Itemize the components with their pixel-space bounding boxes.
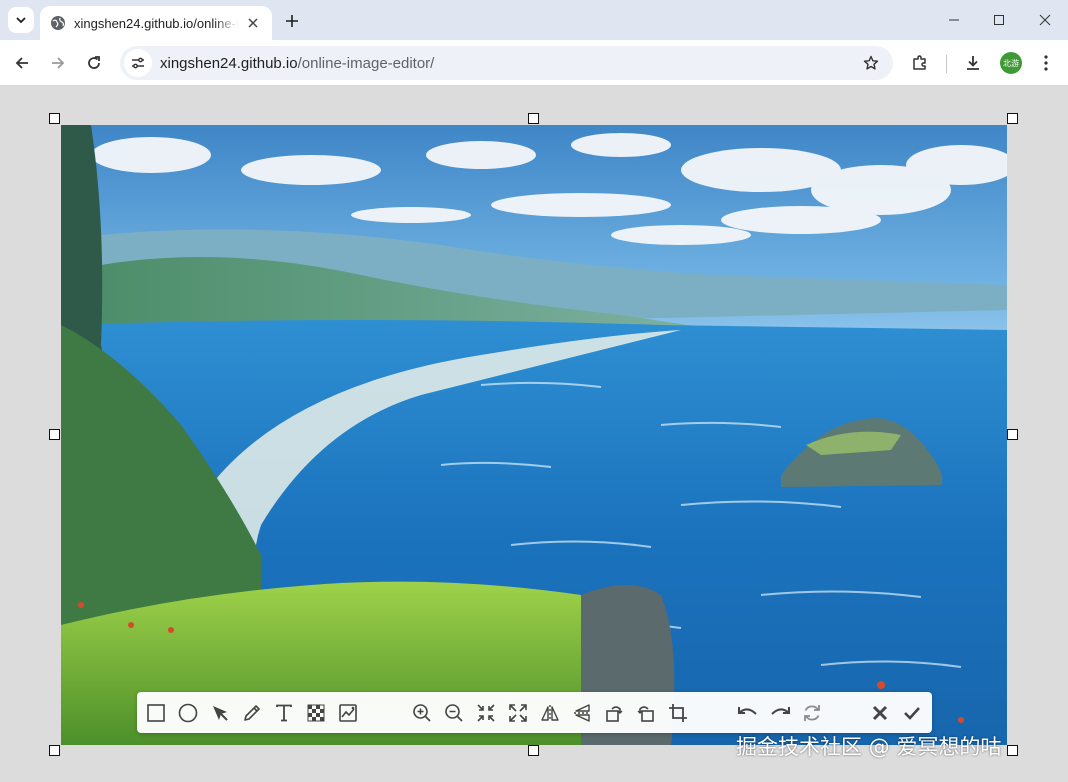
flip-vertical-icon	[574, 704, 590, 722]
resize-handle-bottom-left[interactable]	[49, 745, 60, 756]
url-text: xingshen24.github.io/online-image-editor…	[160, 55, 434, 72]
minimize-button[interactable]	[942, 8, 966, 32]
cancel-button[interactable]	[868, 701, 892, 725]
arrow-left-icon	[15, 57, 28, 69]
flip-horizontal-tool[interactable]	[538, 701, 562, 725]
compress-icon	[477, 704, 495, 722]
edited-image[interactable]	[61, 125, 1007, 745]
extensions-button[interactable]	[906, 49, 934, 77]
bookmark-button[interactable]	[861, 53, 881, 73]
plus-icon	[286, 15, 298, 27]
filter-tool[interactable]	[336, 701, 360, 725]
maximize-button[interactable]	[987, 8, 1011, 32]
download-icon	[967, 56, 979, 70]
text-tool[interactable]	[272, 701, 296, 725]
landscape-image	[61, 125, 1007, 745]
close-window-button[interactable]	[1033, 8, 1057, 32]
tune-icon	[132, 57, 144, 69]
reset-tool[interactable]	[800, 701, 824, 725]
image-filter-icon	[339, 704, 357, 722]
refresh-icon	[804, 705, 820, 721]
flip-vertical-tool[interactable]	[570, 701, 594, 725]
arrow-tool[interactable]	[208, 701, 232, 725]
reload-icon	[88, 56, 100, 69]
url-path: /online-image-editor/	[297, 54, 435, 72]
tab-title: xingshen24.github.io/online-image-editor…	[74, 15, 238, 31]
resize-handle-bottom[interactable]	[528, 745, 539, 756]
browser-toolbar: xingshen24.github.io/online-image-editor…	[0, 40, 1068, 86]
close-icon[interactable]	[244, 14, 262, 32]
ellipse-icon	[178, 703, 198, 723]
back-button[interactable]	[8, 49, 36, 77]
check-icon	[904, 707, 920, 720]
confirm-button[interactable]	[900, 701, 924, 725]
redo-icon	[771, 707, 790, 715]
resize-handle-right[interactable]	[1007, 429, 1018, 440]
puzzle-icon	[913, 55, 926, 70]
downloads-button[interactable]	[959, 49, 987, 77]
pencil-icon	[244, 705, 260, 721]
expand-icon	[509, 704, 527, 722]
editor-toolbar	[137, 692, 932, 733]
resize-handle-top[interactable]	[528, 113, 539, 124]
address-bar[interactable]: xingshen24.github.io/online-image-editor…	[120, 46, 893, 80]
crop-icon	[669, 704, 687, 722]
zoom-out-icon	[445, 704, 463, 722]
flip-horizontal-icon	[541, 705, 559, 721]
zoom-in-icon	[413, 704, 431, 722]
mosaic-tool[interactable]	[304, 701, 328, 725]
menu-button[interactable]	[1032, 49, 1060, 77]
cursor-arrow-icon	[213, 706, 228, 721]
undo-tool[interactable]	[736, 701, 760, 725]
undo-icon	[738, 707, 757, 715]
pencil-tool[interactable]	[240, 701, 264, 725]
editor-canvas[interactable]	[0, 87, 1068, 782]
close-icon	[1039, 14, 1051, 26]
resize-handle-bottom-right[interactable]	[1007, 745, 1018, 756]
rotate-left-icon	[606, 706, 623, 722]
watermark-text: 掘金技术社区 @ 爱冥想的咕	[736, 735, 1002, 759]
tab-strip: xingshen24.github.io/online-image-editor…	[0, 0, 1068, 40]
tab-search-button[interactable]	[8, 7, 34, 33]
close-icon	[872, 705, 888, 721]
resize-handle-left[interactable]	[49, 429, 60, 440]
maximize-icon	[994, 15, 1004, 25]
site-info-button[interactable]	[124, 49, 152, 77]
reload-button[interactable]	[80, 49, 108, 77]
arrow-right-icon	[52, 57, 65, 69]
kebab-menu-icon	[1044, 55, 1048, 71]
forward-button[interactable]	[44, 49, 72, 77]
rotate-right-icon	[637, 706, 654, 722]
zoom-in-tool[interactable]	[410, 701, 434, 725]
rotate-left-tool[interactable]	[602, 701, 626, 725]
minimize-icon	[949, 19, 959, 21]
actual-size-tool[interactable]	[506, 701, 530, 725]
zoom-out-tool[interactable]	[442, 701, 466, 725]
rotate-right-tool[interactable]	[634, 701, 658, 725]
rectangle-tool[interactable]	[144, 701, 168, 725]
chevron-down-icon	[16, 17, 26, 24]
ellipse-tool[interactable]	[176, 701, 200, 725]
active-tab[interactable]: xingshen24.github.io/online-image-editor…	[40, 6, 272, 40]
text-icon	[276, 704, 292, 722]
redo-tool[interactable]	[768, 701, 792, 725]
resize-handle-top-right[interactable]	[1007, 113, 1018, 124]
toolbar-divider	[946, 55, 947, 73]
crop-tool[interactable]	[666, 701, 690, 725]
mosaic-icon	[307, 704, 325, 722]
fit-to-screen-tool[interactable]	[474, 701, 498, 725]
globe-icon	[51, 16, 65, 30]
new-tab-button[interactable]	[280, 9, 304, 33]
url-host: xingshen24.github.io	[160, 54, 298, 72]
rectangle-icon	[147, 704, 165, 722]
star-icon	[863, 55, 879, 70]
resize-handle-top-left[interactable]	[49, 113, 60, 124]
profile-avatar[interactable]: 北游	[1000, 52, 1022, 74]
